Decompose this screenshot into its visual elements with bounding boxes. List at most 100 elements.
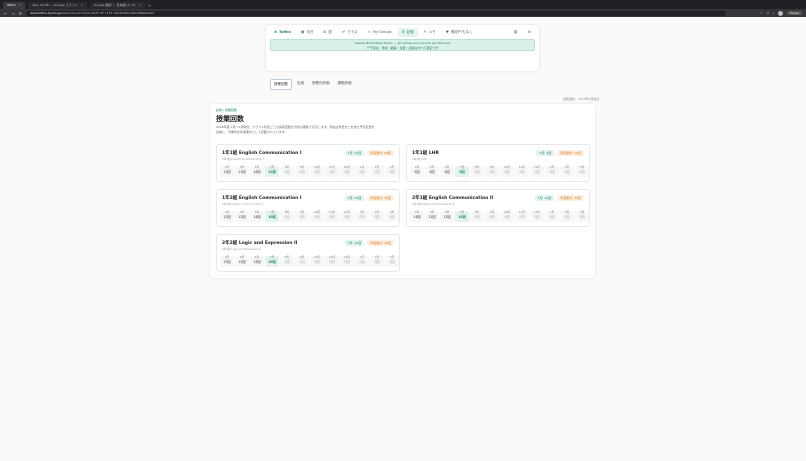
card-subtitle: 1年1組 English Communication I [222, 158, 264, 161]
settings-icon[interactable]: ⚙ [524, 28, 535, 36]
month-cell: 1月 0回 [355, 211, 369, 222]
month-value: 10回 [268, 215, 276, 219]
subtab-2[interactable]: 授業内評価 [309, 79, 333, 90]
month-value: 0回 [474, 170, 480, 174]
address-bar: ← → ⟳ www.tofinn-kyoiku.jp/lessoncount?c… [0, 9, 806, 17]
month-cell: 2月 0回 [560, 211, 574, 222]
month-cell: 5月 4回 [425, 166, 439, 177]
month-cell: 10月 0回 [500, 211, 514, 222]
nav-item-0[interactable]: ♣ Tofinn [270, 28, 295, 36]
month-value: 12回 [238, 215, 246, 219]
record-subtabs: 授業回数 出席 授業内評価 課題評価 [270, 79, 355, 90]
month-cell: 7月 10回 [265, 211, 279, 222]
close-icon[interactable]: × [19, 2, 22, 9]
month-value: 0回 [579, 215, 585, 219]
new-tab-icon[interactable]: + [148, 2, 151, 9]
card-subtitle: 2年2組 Logic and Expression II [222, 248, 262, 251]
month-value: 10回 [268, 260, 276, 264]
month-grid: 4月 14回 5月 12回 6月 12回 7月 10回 8月 0回 9月 0回 10月 0回 11月 0回 12… [410, 211, 589, 222]
month-value: 0回 [314, 215, 320, 219]
month-value: 12回 [223, 215, 231, 219]
browser-tab[interactable]: Google 翻訳 — 日本語 (3 / 5) × [90, 2, 146, 9]
annual-total-badge: 年度累計: 16回 [557, 150, 584, 156]
lesson-card: 2年2組 Logic and Expression II 2年2組 Logic a… [216, 234, 400, 272]
annual-total-badge: 年度累計: 48回 [557, 195, 584, 201]
month-count-badge: 7月: 10回 [534, 195, 555, 201]
month-cell: 10月 0回 [310, 256, 324, 267]
month-cell: 5月 12回 [235, 211, 249, 222]
month-count-badge: 7月: 10回 [344, 240, 365, 246]
month-value: 14回 [253, 260, 261, 264]
month-cell: 9月 0回 [485, 166, 499, 177]
month-value: 0回 [549, 215, 555, 219]
nav-item-1[interactable]: ▦ 今日 [297, 28, 317, 37]
month-cell: 12月 0回 [340, 166, 354, 177]
month-value: 0回 [344, 260, 350, 264]
month-cell: 10月 0回 [310, 166, 324, 177]
nav-item-5[interactable]: ☰ 記録 [397, 27, 418, 37]
reload-icon[interactable]: ⟳ [19, 11, 22, 16]
close-icon[interactable]: × [81, 2, 84, 9]
month-cell: 4月 14回 [410, 211, 424, 222]
month-value: 0回 [534, 170, 540, 174]
month-value: 0回 [284, 170, 290, 174]
page-viewport: ♣ Tofinn ▦ 今日 ⊞ 週 ☍ クラス ⚇ My Groups ☰ 記録 ✎ メモ ♥ 帰宅PTもなし… [0, 17, 806, 461]
url-input[interactable]: www.tofinn-kyoiku.jp/lessoncount?code=20… [26, 10, 727, 16]
month-cell: 1月 0回 [355, 256, 369, 267]
extension-icon[interactable]: ⧉ [767, 11, 769, 15]
month-cell: 12月 0回 [530, 166, 544, 177]
month-value: 13回 [238, 170, 246, 174]
grid-icon: ⊞ [323, 30, 327, 34]
forward-icon[interactable]: → [11, 11, 14, 16]
month-value: 0回 [519, 215, 525, 219]
month-value: 0回 [564, 170, 570, 174]
month-value: 0回 [359, 260, 365, 264]
download-icon[interactable]: ⤓ [773, 11, 774, 15]
nav-item-6[interactable]: ✎ メモ [420, 28, 440, 37]
link-icon[interactable]: ⛓ [509, 28, 521, 36]
month-value: 12回 [223, 260, 231, 264]
avatar[interactable] [778, 10, 784, 16]
card-title: 1年1組 English Communication I [222, 151, 302, 156]
last-updated-note: 最終更新：2025年7月集計 [563, 97, 600, 101]
month-grid: 4月 12回 5月 12回 6月 14回 7月 10回 8月 0回 9月 0回 10月 0回 11月 0回 12… [220, 256, 399, 267]
back-icon[interactable]: ← [4, 11, 7, 16]
nav-item-2[interactable]: ⊞ 週 [319, 28, 335, 37]
month-value: 0回 [519, 170, 525, 174]
month-value: 0回 [389, 215, 395, 219]
lesson-count-panel: 記録 / 授業回数 授業回数 2026年度 4月〜3月時点。クラス×科目ごとの実… [210, 104, 595, 278]
month-value: 0回 [564, 215, 570, 219]
month-value: 0回 [284, 215, 290, 219]
annual-total-badge: 年度累計: 68回 [367, 150, 394, 156]
lesson-card: 1年1組 LHR 1年1組 LHR 7月: 3回 年度累計: 16回 4月 5回 5月 4回 6… [406, 144, 590, 182]
close-icon[interactable]: × [139, 2, 142, 9]
star-icon[interactable]: ☆ [760, 11, 763, 15]
month-cell: 3月 0回 [385, 256, 399, 267]
card-badges: 7月: 12回 年度累計: 68回 [344, 150, 394, 156]
month-cell: 6月 12回 [440, 211, 454, 222]
browser-tab[interactable]: Wey Chi-Mi — Google スライド × [28, 2, 88, 9]
nav-item-3[interactable]: ☍ クラス [338, 28, 362, 37]
month-cell: 6月 16回 [250, 166, 264, 177]
card-title: 2年2組 Logic and Expression II [222, 241, 298, 246]
annual-total-badge: 年度累計: 48回 [367, 195, 394, 201]
pause-button[interactable]: Pause [787, 11, 802, 15]
month-cell: 10月 0回 [310, 211, 324, 222]
subtab-3[interactable]: 課題評価 [335, 79, 355, 90]
browser-tab[interactable]: Tofinn × [3, 2, 26, 9]
nav-item-4[interactable]: ⚇ My Groups [364, 28, 396, 36]
month-value: 4回 [429, 170, 435, 174]
nav-item-7[interactable]: ♥ 帰宅PTもなし [442, 28, 477, 37]
month-value: 3回 [459, 170, 465, 174]
subtab-0[interactable]: 授業回数 [270, 79, 292, 90]
month-value: 0回 [504, 215, 510, 219]
month-cell: 1月 0回 [545, 211, 559, 222]
month-value: 12回 [443, 215, 451, 219]
month-value: 12回 [428, 215, 436, 219]
month-value: 0回 [299, 260, 305, 264]
page-description: 2026年度 4月〜3月時点。クラス×科目ごとの実施回数を月別の推移で表示します… [216, 125, 375, 134]
subtab-1[interactable]: 出席 [294, 79, 307, 90]
month-cell: 7月 10回 [265, 256, 279, 267]
month-cell: 8月 0回 [280, 211, 294, 222]
month-cell: 4月 12回 [220, 211, 234, 222]
